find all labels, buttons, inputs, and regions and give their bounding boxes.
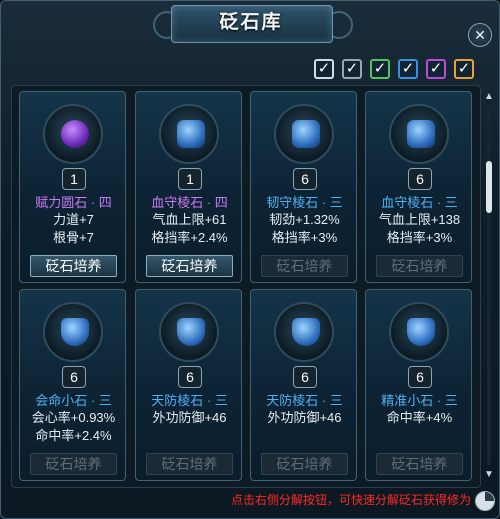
decompose-pie-icon[interactable] [475, 491, 495, 511]
scroll-down-arrow-icon[interactable]: ▼ [483, 469, 495, 481]
gem-slot [274, 104, 334, 164]
gem-stat: 气血上限+61 [152, 212, 227, 227]
scroll-up-arrow-icon[interactable]: ▲ [483, 91, 495, 103]
cultivate-button: 砭石培养 [261, 453, 348, 475]
gem-slot [159, 104, 219, 164]
gem-icon [407, 120, 435, 148]
gem-slot [159, 302, 219, 362]
gem-icon [407, 318, 435, 346]
gem-stat: 格挡率+2.4% [151, 230, 228, 245]
gem-card[interactable]: 6 天防棱石 · 三外功防御+46 砭石培养 [135, 289, 242, 481]
gem-level-badge: 6 [62, 366, 86, 388]
cultivate-button: 砭石培养 [376, 453, 463, 475]
gem-level-badge: 1 [62, 168, 86, 190]
gem-stat: 外功防御+46 [267, 410, 342, 425]
cultivate-button: 砭石培养 [376, 255, 463, 277]
decompose-hint-text: 点击右侧分解按钮，可快速分解砭石获得修为 [230, 493, 471, 507]
scrollbar-thumb[interactable] [486, 161, 492, 213]
gem-card[interactable]: 1 血守棱石 · 四气血上限+61 格挡率+2.4% 砭石培养 [135, 91, 242, 283]
gem-icon [292, 318, 320, 346]
gem-level-badge: 6 [408, 168, 432, 190]
gem-card[interactable]: 6 天防棱石 · 三外功防御+46 砭石培养 [250, 289, 357, 481]
gem-slot [43, 302, 103, 362]
gem-card[interactable]: 6 韧守棱石 · 三韧劲+1.32% 格挡率+3% 砭石培养 [250, 91, 357, 283]
filter-gray-checkbox[interactable]: ✓ [342, 59, 362, 79]
filter-blue-checkbox[interactable]: ✓ [398, 59, 418, 79]
gem-icon [61, 120, 89, 148]
cultivate-button: 砭石培养 [30, 453, 117, 475]
gem-stat: 命中率+4% [386, 410, 453, 425]
filter-orange-checkbox[interactable]: ✓ [454, 59, 474, 79]
gem-icon [292, 120, 320, 148]
gem-card[interactable]: 6 血守棱石 · 三气血上限+138 格挡率+3% 砭石培养 [365, 91, 472, 283]
title-bar: 砭石库 [1, 1, 500, 45]
gem-icon [177, 120, 205, 148]
filter-green-checkbox[interactable]: ✓ [370, 59, 390, 79]
gem-stat: 韧劲+1.32% [269, 212, 340, 227]
gem-slot [274, 302, 334, 362]
gem-stat: 气血上限+138 [378, 212, 461, 227]
cultivate-button[interactable]: 砭石培养 [30, 255, 117, 277]
gem-stat: 格挡率+3% [386, 230, 453, 245]
gem-stat: 力道+7 [53, 212, 94, 227]
gem-stat: 根骨+7 [53, 230, 94, 245]
gem-card[interactable]: 6 会命小石 · 三会心率+0.93% 命中率+2.4% 砭石培养 [19, 289, 126, 481]
gem-level-badge: 6 [408, 366, 432, 388]
window-title: 砭石库 [219, 12, 283, 33]
gem-stat: 外功防御+46 [152, 410, 227, 425]
gem-icon [177, 318, 205, 346]
gem-level-badge: 6 [178, 366, 202, 388]
gem-library-window: 砭石库 ✕ ✓ ✓ ✓ ✓ ✓ ✓ 1 赋力圆石 · 四力道+7 根骨+7 砭石培养 1 血守棱石 … [0, 0, 500, 519]
close-button[interactable]: ✕ [468, 23, 492, 47]
gem-icon [61, 318, 89, 346]
gem-card[interactable]: 6 精准小石 · 三命中率+4% 砭石培养 [365, 289, 472, 481]
gem-stat: 格挡率+3% [271, 230, 338, 245]
gem-card[interactable]: 1 赋力圆石 · 四力道+7 根骨+7 砭石培养 [19, 91, 126, 283]
gem-slot [389, 302, 449, 362]
gem-level-badge: 6 [293, 366, 317, 388]
gem-level-badge: 1 [178, 168, 202, 190]
gem-stat: 会心率+0.93% [31, 410, 116, 425]
filter-purple-checkbox[interactable]: ✓ [426, 59, 446, 79]
cultivate-button: 砭石培养 [146, 453, 233, 475]
cultivate-button[interactable]: 砭石培养 [146, 255, 233, 277]
filter-white-checkbox[interactable]: ✓ [314, 59, 334, 79]
cultivate-button: 砭石培养 [261, 255, 348, 277]
gem-slot [389, 104, 449, 164]
gem-stat: 命中率+2.4% [35, 428, 112, 443]
gem-slot [43, 104, 103, 164]
gem-level-badge: 6 [293, 168, 317, 190]
